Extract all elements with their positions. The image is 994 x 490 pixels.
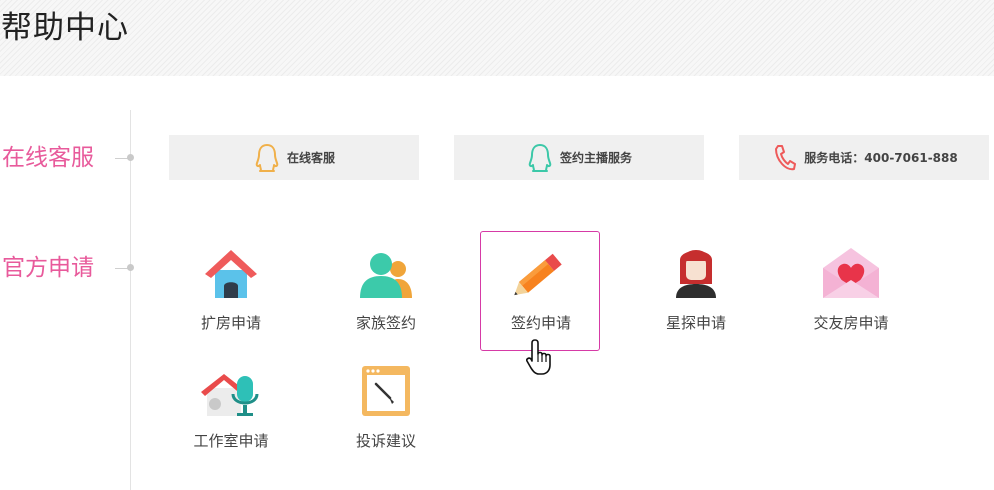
app-studio[interactable]: 工作室申请 <box>170 349 290 469</box>
service-phone-label: 服务电话：400-7061-888 <box>804 151 958 165</box>
app-talent-scout[interactable]: 星探申请 <box>635 231 755 351</box>
family-users-icon <box>356 244 416 302</box>
app-label: 扩房申请 <box>200 314 261 332</box>
app-sign-application[interactable]: 签约申请 <box>480 231 600 351</box>
app-dating-room[interactable]: 交友房申请 <box>790 231 910 351</box>
app-label: 工作室申请 <box>193 432 269 450</box>
complaint-board-icon <box>356 362 416 420</box>
signed-anchor-service-label: 签约主播服务 <box>559 151 632 165</box>
service-phone-button[interactable]: 服务电话：400-7061-888 <box>739 135 989 180</box>
app-room-expansion[interactable]: 扩房申请 <box>170 231 290 351</box>
signed-anchor-service-button[interactable]: 签约主播服务 <box>454 135 704 180</box>
app-label: 签约申请 <box>510 314 571 332</box>
app-complaint[interactable]: 投诉建议 <box>325 349 445 469</box>
pencil-icon <box>511 244 571 302</box>
vertical-divider <box>130 110 131 490</box>
app-label: 星探申请 <box>665 314 726 332</box>
studio-mic-icon <box>201 362 261 420</box>
house-icon <box>201 244 261 302</box>
timeline-dot <box>127 154 134 161</box>
qq-outline-icon <box>253 142 281 174</box>
section-label-official: 官方申请 <box>2 255 94 281</box>
hand-cursor-icon <box>526 338 556 376</box>
heart-envelope-icon <box>821 244 881 302</box>
online-service-button[interactable]: 在线客服 <box>169 135 419 180</box>
app-label: 交友房申请 <box>813 314 889 332</box>
woman-avatar-icon <box>666 244 726 302</box>
phone-icon <box>770 142 798 174</box>
app-label: 家族签约 <box>355 314 416 332</box>
app-label: 投诉建议 <box>355 432 416 450</box>
qq-outline-icon <box>526 142 554 174</box>
page-header: 帮助中心 <box>0 0 994 76</box>
online-service-label: 在线客服 <box>286 151 335 165</box>
page-title: 帮助中心 <box>1 10 129 46</box>
section-label-online: 在线客服 <box>2 145 94 171</box>
timeline-dot <box>127 264 134 271</box>
app-family-sign[interactable]: 家族签约 <box>325 231 445 351</box>
